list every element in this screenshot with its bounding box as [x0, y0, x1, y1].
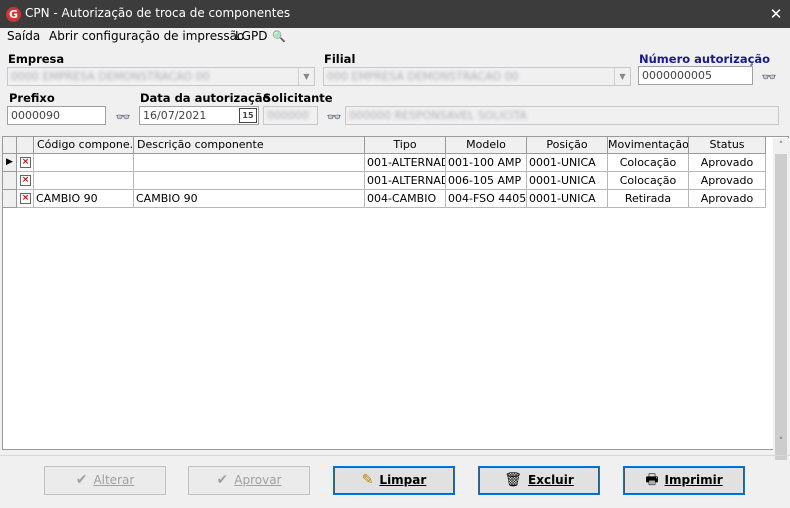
empresa-label: Empresa	[8, 52, 65, 66]
table-cell[interactable]: 001-ALTERNAD	[365, 154, 446, 172]
table-cell[interactable]: Retirada	[608, 190, 689, 208]
scroll-up-icon[interactable]: ˄	[773, 138, 789, 154]
broom-icon: ✎	[361, 472, 374, 488]
data-autorizacao-label: Data da autorização	[140, 91, 271, 105]
table-cell[interactable]	[134, 172, 365, 190]
chevron-down-icon[interactable]: ▼	[298, 68, 314, 85]
prefixo-input[interactable]: 0000090	[7, 106, 106, 125]
row-indicator	[3, 190, 17, 208]
table-cell[interactable]: 0001-UNICA	[527, 154, 608, 172]
filial-combo[interactable]: 000 EMPRESA DEMONSTRACAO 00 ▼	[323, 67, 631, 86]
componentes-grid[interactable]: Código compone... Descrição componente T…	[2, 136, 789, 460]
scroll-thumb[interactable]	[775, 154, 787, 460]
numero-autorizacao-label: Número autorização	[639, 52, 771, 66]
check-icon: ✔	[216, 472, 229, 488]
delete-row-icon[interactable]: ×	[20, 193, 31, 204]
printer-icon: 🖶	[645, 472, 659, 488]
solicitante-code-input[interactable]: 000000	[263, 106, 318, 125]
col-header-posicao[interactable]: Posição	[527, 137, 608, 154]
row-indicator: ▶	[3, 154, 17, 172]
table-cell[interactable]: 006-105 AMP	[446, 172, 527, 190]
separator	[0, 455, 790, 456]
aprovar-button[interactable]: ✔ Aprovar	[188, 466, 310, 495]
table-cell[interactable]: 001-ALTERNAD	[365, 172, 446, 190]
binoculars-icon[interactable]: 👓	[115, 109, 131, 125]
solicitante-name-input: 000000 RESPONSAVEL SOLICITA	[345, 106, 779, 125]
table-row-action[interactable]: ×	[17, 154, 34, 172]
empresa-combo[interactable]: 0000 EMPRESA DEMONSTRACAO 00 ▼	[7, 67, 315, 86]
table-cell[interactable]: 001-100 AMP	[446, 154, 527, 172]
table-cell[interactable]	[34, 154, 134, 172]
table-cell[interactable]: CAMBIO 90	[134, 190, 365, 208]
col-header-status[interactable]: Status	[689, 137, 766, 154]
data-autorizacao-value: 16/07/2021	[143, 109, 207, 122]
table-cell[interactable]: 0001-UNICA	[527, 172, 608, 190]
table-cell[interactable]: Aprovado	[689, 154, 766, 172]
title-bar: G CPN - Autorização de troca de componen…	[0, 0, 790, 28]
menu-item-lgpd[interactable]: LGPD	[235, 29, 267, 43]
scroll-down-icon[interactable]: ˅	[773, 434, 789, 450]
solicitante-label: Solicitante	[263, 91, 333, 105]
binoculars-icon[interactable]: 👓	[761, 69, 777, 85]
binoculars-icon[interactable]: 👓	[326, 109, 342, 125]
table-cell[interactable]: Aprovado	[689, 190, 766, 208]
col-header-movimentacao[interactable]: Movimentação	[608, 137, 689, 154]
solicitante-code-value: 000000	[267, 109, 309, 122]
filial-value: 000 EMPRESA DEMONSTRACAO 00	[327, 70, 519, 83]
search-icon[interactable]: 🔍	[272, 30, 286, 43]
col-header-modelo[interactable]: Modelo	[446, 137, 527, 154]
menu-item-saida[interactable]: Saída	[7, 29, 40, 43]
col-header-tipo[interactable]: Tipo	[365, 137, 446, 154]
calendar-icon[interactable]: 15	[239, 108, 257, 123]
alterar-button[interactable]: ✔ Alterar	[44, 466, 166, 495]
solicitante-name-value: 000000 RESPONSAVEL SOLICITA	[349, 109, 528, 122]
imprimir-button[interactable]: 🖶 Imprimir	[623, 466, 745, 495]
table-cell[interactable]	[34, 172, 134, 190]
numero-autorizacao-input[interactable]: 0000000005	[638, 66, 753, 85]
chevron-down-icon[interactable]: ▼	[614, 68, 630, 85]
table-cell[interactable]	[134, 154, 365, 172]
limpar-button[interactable]: ✎ Limpar	[333, 466, 455, 495]
empresa-value: 0000 EMPRESA DEMONSTRACAO 00	[11, 70, 210, 83]
delete-row-icon[interactable]: ×	[20, 157, 31, 168]
prefixo-label: Prefixo	[9, 91, 55, 105]
table-cell[interactable]: Aprovado	[689, 172, 766, 190]
table-cell[interactable]: 004-FSO 4405 C	[446, 190, 527, 208]
excluir-button[interactable]: 🗑 Excluir	[478, 466, 600, 495]
table-row-action[interactable]: ×	[17, 190, 34, 208]
table-cell[interactable]: 004-CAMBIO	[365, 190, 446, 208]
filial-label: Filial	[324, 52, 356, 66]
menu-bar: Saída Abrir configuração de impressão LG…	[0, 28, 790, 48]
trash-icon: 🗑	[504, 472, 523, 488]
app-logo-icon: G	[6, 7, 21, 22]
check-icon: ✔	[75, 472, 88, 488]
window-title: CPN - Autorização de troca de componente…	[25, 6, 291, 20]
table-cell[interactable]: Colocação	[608, 154, 689, 172]
close-icon[interactable]: ✕	[766, 3, 786, 25]
table-cell[interactable]: Colocação	[608, 172, 689, 190]
table-row-action[interactable]: ×	[17, 172, 34, 190]
table-cell[interactable]: CAMBIO 90	[34, 190, 134, 208]
menu-item-print-config[interactable]: Abrir configuração de impressão	[49, 29, 244, 43]
data-autorizacao-input[interactable]: 16/07/2021 15	[139, 106, 259, 125]
table-cell[interactable]: 0001-UNICA	[527, 190, 608, 208]
grid-indicator-header	[3, 137, 17, 154]
vertical-scrollbar[interactable]: ˄ ˅	[773, 138, 789, 460]
grid-action-header	[17, 137, 34, 154]
row-indicator	[3, 172, 17, 190]
col-header-descricao[interactable]: Descrição componente	[134, 137, 365, 154]
delete-row-icon[interactable]: ×	[20, 175, 31, 186]
col-header-codigo[interactable]: Código compone...	[34, 137, 134, 154]
